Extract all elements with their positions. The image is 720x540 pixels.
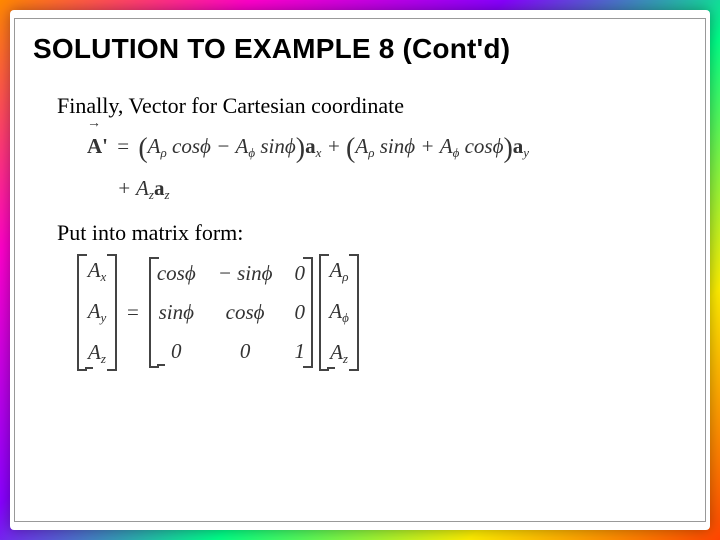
matrix-rhs: Aρ Aϕ Az: [319, 254, 359, 371]
term-Az: A: [136, 176, 149, 200]
slide-inner: SOLUTION TO EXAMPLE 8 (Cont'd) Finally, …: [14, 18, 706, 522]
plus-2: +: [420, 134, 434, 158]
m-22: 1: [295, 339, 306, 364]
lhs-sub-x: x: [101, 269, 107, 284]
lhs-Ay: A: [88, 299, 101, 323]
sub-rho-2: ρ: [368, 145, 374, 160]
slide-title: SOLUTION TO EXAMPLE 8 (Cont'd): [33, 33, 687, 65]
lhs-Ax: A: [88, 258, 101, 282]
term-Aphi: A: [236, 134, 249, 158]
rhs-sub-phi: ϕ: [342, 310, 349, 325]
lhs-A: A': [87, 134, 108, 158]
matrix-equation: Ax Ay Az = cosϕ − sinϕ 0 sinϕ cosϕ 0 0 0: [77, 254, 687, 371]
rhs-sub-z: z: [343, 351, 348, 366]
unit-ay: a: [513, 134, 524, 158]
minus-1: −: [216, 134, 230, 158]
unit-ax: a: [305, 134, 316, 158]
matrix-intro-text: Put into matrix form:: [57, 220, 687, 246]
sin-2: sin: [380, 134, 405, 158]
sin-1: sin: [260, 134, 285, 158]
rhs-Arho: A: [329, 258, 342, 282]
m-21: 0: [218, 339, 273, 364]
term-Arho2: A: [355, 134, 368, 158]
m-02: 0: [295, 261, 306, 286]
lhs-sub-y: y: [101, 310, 107, 325]
m-12: 0: [295, 300, 306, 325]
phi-2: ϕ: [285, 134, 296, 158]
m-10: sinϕ: [157, 300, 196, 325]
equals-1: =: [117, 134, 129, 158]
term-Arho: A: [148, 134, 161, 158]
phi-3: ϕ: [404, 134, 415, 158]
m-00: cosϕ: [157, 261, 196, 286]
plus-1: +: [327, 134, 341, 158]
m-11: cosϕ: [218, 300, 273, 325]
sub-y: y: [523, 145, 529, 160]
matrix-lhs: Ax Ay Az: [77, 254, 117, 371]
matrix-equals: =: [127, 300, 139, 325]
slide: SOLUTION TO EXAMPLE 8 (Cont'd) Finally, …: [10, 10, 710, 530]
lhs-Az: A: [88, 340, 101, 364]
sub-x: x: [316, 145, 322, 160]
intro-text: Finally, Vector for Cartesian coordinate: [57, 93, 687, 119]
phi-4: ϕ: [493, 134, 504, 158]
cos-2: cos: [465, 134, 493, 158]
unit-az: a: [154, 176, 165, 200]
sub-z-2: z: [164, 187, 169, 202]
rotation-matrix: cosϕ − sinϕ 0 sinϕ cosϕ 0 0 0 1: [149, 257, 313, 368]
rhs-Aphi: A: [329, 299, 342, 323]
term-Aphi2: A: [440, 134, 453, 158]
phi-1: ϕ: [200, 134, 211, 158]
rhs-Az: A: [330, 340, 343, 364]
vector-formula: A' = (Aρ cosϕ − Aϕ sinϕ)ax + (Aρ sinϕ + …: [87, 127, 687, 206]
sub-phi-2: ϕ: [453, 145, 460, 160]
sub-phi-1: ϕ: [248, 145, 255, 160]
lhs-sub-z: z: [101, 351, 106, 366]
cos-1: cos: [172, 134, 200, 158]
sub-rho-1: ρ: [161, 145, 167, 160]
m-01: − sinϕ: [218, 261, 273, 286]
m-20: 0: [157, 339, 196, 364]
rhs-sub-rho: ρ: [342, 269, 348, 284]
plus-3: +: [117, 176, 131, 200]
